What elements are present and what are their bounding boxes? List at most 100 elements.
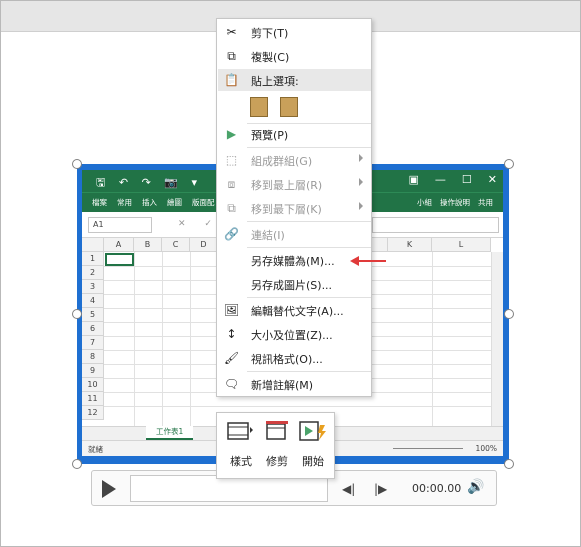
menu-separator: [247, 371, 371, 372]
skip-forward-icon[interactable]: |▶: [374, 482, 387, 496]
paste-picture-icon[interactable]: [280, 97, 298, 117]
formula-icons: ✕ ✓: [178, 219, 220, 229]
resize-handle-bottom-left[interactable]: [72, 459, 82, 469]
corner-cell: [82, 238, 104, 252]
play-preview-icon: ▶: [226, 127, 237, 141]
column-header: D: [190, 238, 218, 252]
menu-item-video-format[interactable]: 🖌 視訊格式(O)...: [218, 347, 371, 369]
row-header: 6: [82, 322, 104, 336]
menu-item-link: 🔗 連結(I): [224, 227, 285, 242]
submenu-arrow-icon: [359, 154, 363, 162]
alt-text-icon: 🖼: [223, 303, 240, 317]
menu-item-cut[interactable]: ✂ 剪下(T): [218, 21, 371, 43]
column-header: L: [432, 238, 491, 252]
ribbon-tab-file: 檔案: [92, 198, 107, 207]
ribbon-tab-insert: 插入: [142, 198, 157, 207]
row-header: 3: [82, 280, 104, 294]
row-header: 8: [82, 350, 104, 364]
row-header: 11: [82, 392, 104, 406]
menu-item-preview[interactable]: ▶ 預覽(P): [218, 123, 371, 145]
resize-handle-top-right[interactable]: [504, 159, 514, 169]
trim-video-icon: [259, 419, 295, 445]
ribbon-display-icon: ▣: [408, 173, 419, 186]
mini-toolbar: 樣式 修剪 開始: [216, 412, 335, 479]
maximize-icon: ☐: [461, 173, 472, 186]
column-header: A: [104, 238, 134, 252]
menu-item-new-comment[interactable]: 🗨 新增註解(M): [218, 373, 371, 395]
gridline: [134, 252, 135, 428]
playback-time: 00:00.00: [412, 482, 462, 495]
menu-item-save-as-picture[interactable]: 另存成圖片(S)...: [218, 273, 371, 295]
resize-handle-left[interactable]: [72, 309, 82, 319]
menu-item-bring-to-front: ⧈ 移到最上層(R): [218, 173, 371, 195]
menu-separator: [247, 247, 371, 248]
video-style-icon: [223, 419, 259, 445]
progress-track[interactable]: [130, 475, 328, 502]
column-header: C: [162, 238, 190, 252]
gridline: [190, 252, 191, 428]
scissors-icon: ✂: [226, 25, 237, 39]
ribbon-tab-team: 小組: [417, 198, 432, 207]
group-icon: ⬚: [225, 153, 238, 167]
selected-cell: [105, 253, 134, 266]
link-icon: 🔗: [224, 227, 239, 241]
menu-separator: [247, 297, 371, 298]
row-header: 9: [82, 364, 104, 378]
menu-item-send-to-back: ⧉ 移到最下層(K): [218, 197, 371, 219]
paste-keep-format-icon[interactable]: [250, 97, 268, 117]
menu-item-edit-alt-text[interactable]: 🖼 編輯替代文字(A)...: [218, 299, 371, 321]
trim-button[interactable]: 修剪: [259, 419, 295, 473]
row-header: 1: [82, 252, 104, 266]
skip-back-icon[interactable]: ◀|: [342, 482, 355, 496]
send-back-icon: ⧉: [227, 201, 236, 215]
row-header: 10: [82, 378, 104, 392]
ribbon-tab-layout: 版面配: [192, 198, 215, 207]
annotation-arrow-icon: [350, 256, 386, 266]
vertical-scrollbar: [491, 252, 503, 428]
row-header: 2: [82, 266, 104, 280]
ribbon-tab-home: 常用: [117, 198, 132, 207]
submenu-arrow-icon: [359, 202, 363, 210]
gridline: [432, 252, 433, 428]
style-button[interactable]: 樣式: [223, 419, 259, 473]
window-controls: ▣ — ☐ ✕: [409, 173, 498, 186]
resize-handle-bottom-right[interactable]: [504, 459, 514, 469]
row-header: 12: [82, 406, 104, 420]
size-position-icon: ↕: [226, 327, 237, 341]
minimize-icon: —: [434, 173, 446, 186]
close-icon: ✕: [487, 173, 497, 186]
sheet-tab: 工作表1: [146, 426, 194, 440]
menu-item-paste-options: 📋 貼上選項:: [218, 69, 371, 91]
paste-options-row: [218, 93, 371, 121]
bring-front-icon: ⧈: [227, 177, 236, 191]
ribbon-tab-draw: 繪圖: [167, 198, 182, 207]
row-header: 4: [82, 294, 104, 308]
start-playback-icon: [295, 419, 331, 445]
menu-item-group: ⬚ 組成群組(G): [218, 149, 371, 171]
start-button[interactable]: 開始: [295, 419, 331, 473]
ribbon-tell-me: 操作說明: [440, 198, 470, 207]
comment-icon: 🗨: [223, 377, 240, 391]
context-menu: ✂ 剪下(T) ⧉ 複製(C) 📋 貼上選項: ▶ 預覽(P) ⬚ 組成群組(G…: [216, 18, 372, 397]
column-header: B: [134, 238, 162, 252]
menu-separator: [247, 147, 371, 148]
volume-icon[interactable]: 🔊: [467, 479, 484, 495]
zoom-slider: [393, 448, 463, 449]
status-ready: 就緒: [88, 445, 103, 454]
ribbon-share: 共用: [478, 198, 493, 207]
resize-handle-top-left[interactable]: [72, 159, 82, 169]
zoom-level: 100%: [475, 444, 497, 453]
name-box: A1: [88, 217, 152, 233]
video-format-icon: 🖌: [223, 351, 240, 365]
play-icon[interactable]: [102, 480, 116, 498]
submenu-arrow-icon: [359, 178, 363, 186]
column-header: K: [388, 238, 432, 252]
menu-item-size-position[interactable]: ↕ 大小及位置(Z)...: [218, 323, 371, 345]
menu-item-copy[interactable]: ⧉ 複製(C): [218, 45, 371, 67]
resize-handle-right[interactable]: [504, 309, 514, 319]
formula-input: [372, 217, 499, 233]
row-header: 5: [82, 308, 104, 322]
paste-icon: 📋: [224, 73, 239, 87]
menu-separator: [247, 221, 371, 222]
copy-icon: ⧉: [227, 49, 236, 63]
